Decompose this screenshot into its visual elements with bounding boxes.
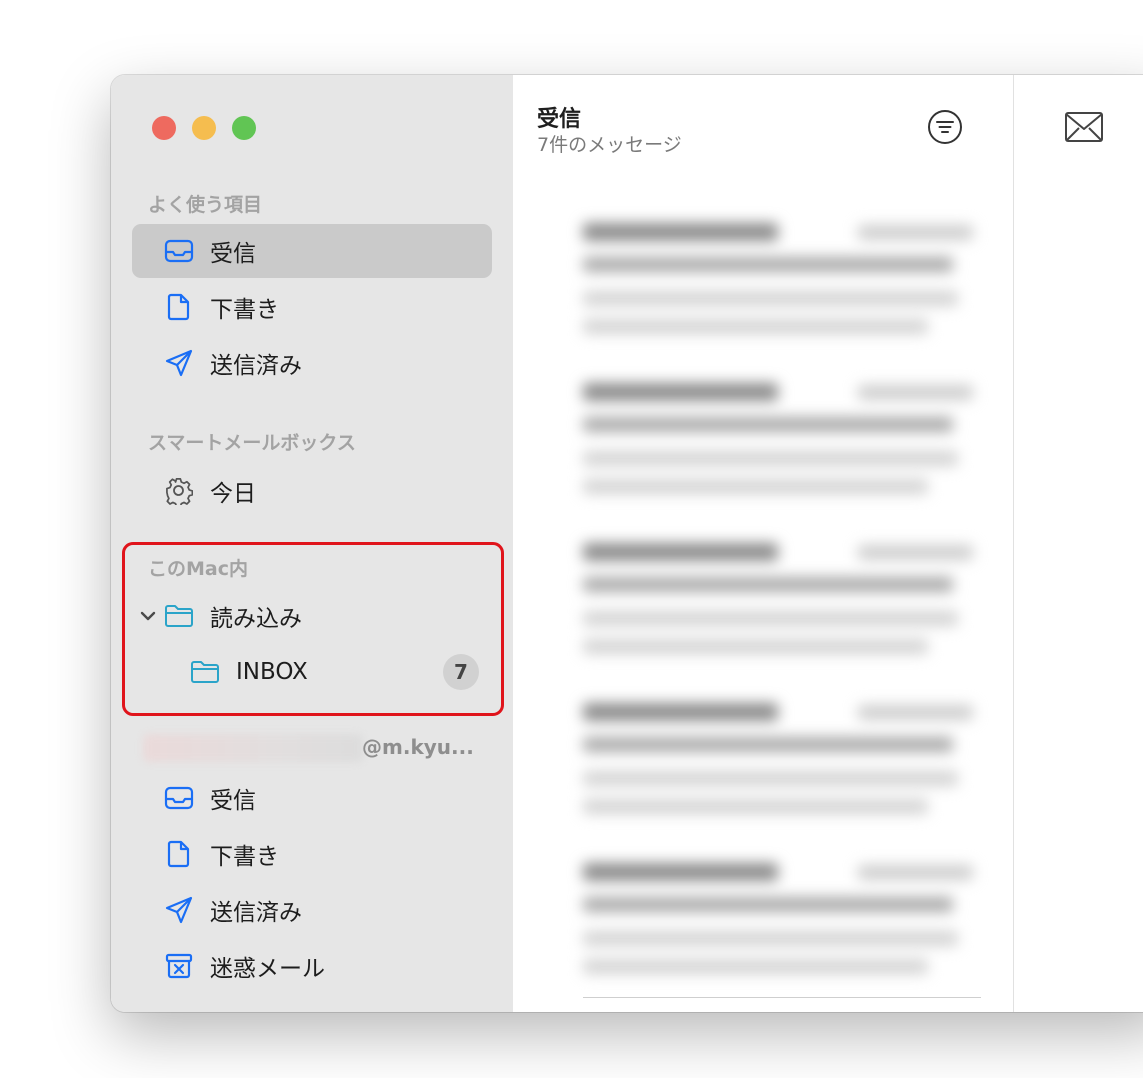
sidebar-item-drafts[interactable]: 下書き (132, 280, 492, 334)
message-item[interactable] (583, 379, 983, 509)
sidebar-item-label: 下書き (210, 297, 279, 323)
message-item[interactable] (583, 699, 983, 829)
account-header[interactable]: @m.kyu... (362, 735, 474, 759)
message-item[interactable] (583, 539, 983, 669)
message-item[interactable] (583, 219, 983, 349)
mail-window: よく使う項目 受信 下書き 送信済み スマートメールボックス 今日 このMac内… (111, 75, 1143, 1012)
sidebar-item-label: 下書き (210, 844, 279, 870)
sidebar: よく使う項目 受信 下書き 送信済み スマートメールボックス 今日 このMac内… (111, 75, 514, 1012)
message-item[interactable] (583, 859, 983, 989)
inbox-tray-icon (164, 784, 194, 812)
envelope-icon[interactable] (1064, 111, 1104, 143)
document-icon (164, 840, 194, 868)
gear-icon (164, 477, 194, 505)
zoom-button[interactable] (232, 116, 256, 140)
sidebar-item-account-drafts[interactable]: 下書き (132, 827, 492, 881)
highlight-annotation (122, 542, 504, 716)
inbox-tray-icon (164, 237, 194, 265)
message-count: 7件のメッセージ (537, 134, 682, 156)
sidebar-item-label: 受信 (210, 788, 256, 814)
document-icon (164, 293, 194, 321)
sidebar-item-today[interactable]: 今日 (132, 464, 492, 518)
filter-icon[interactable] (927, 109, 963, 145)
sidebar-item-sent[interactable]: 送信済み (132, 336, 492, 390)
sidebar-item-label: 迷惑メール (210, 956, 325, 982)
message-viewer (1014, 75, 1143, 1012)
paper-plane-icon (164, 349, 194, 377)
mailbox-title: 受信 (537, 107, 582, 132)
sidebar-item-label: 受信 (210, 241, 256, 267)
sidebar-item-inbox[interactable]: 受信 (132, 224, 492, 278)
sidebar-item-label: 今日 (210, 481, 256, 507)
list-divider (583, 997, 981, 998)
minimize-button[interactable] (192, 116, 216, 140)
message-list: 受信 7件のメッセージ (513, 75, 1014, 1012)
paper-plane-icon (164, 896, 194, 924)
account-name-redacted (143, 734, 363, 762)
junk-bin-icon (164, 952, 194, 980)
sidebar-item-account-junk[interactable]: 迷惑メール (132, 939, 492, 993)
sidebar-item-label: 送信済み (210, 900, 302, 926)
sidebar-item-account-sent[interactable]: 送信済み (132, 883, 492, 937)
section-header-favorites: よく使う項目 (148, 194, 263, 216)
close-button[interactable] (152, 116, 176, 140)
section-header-smart-mailboxes: スマートメールボックス (148, 432, 356, 454)
sidebar-item-account-inbox[interactable]: 受信 (132, 771, 492, 825)
sidebar-item-label: 送信済み (210, 353, 302, 379)
